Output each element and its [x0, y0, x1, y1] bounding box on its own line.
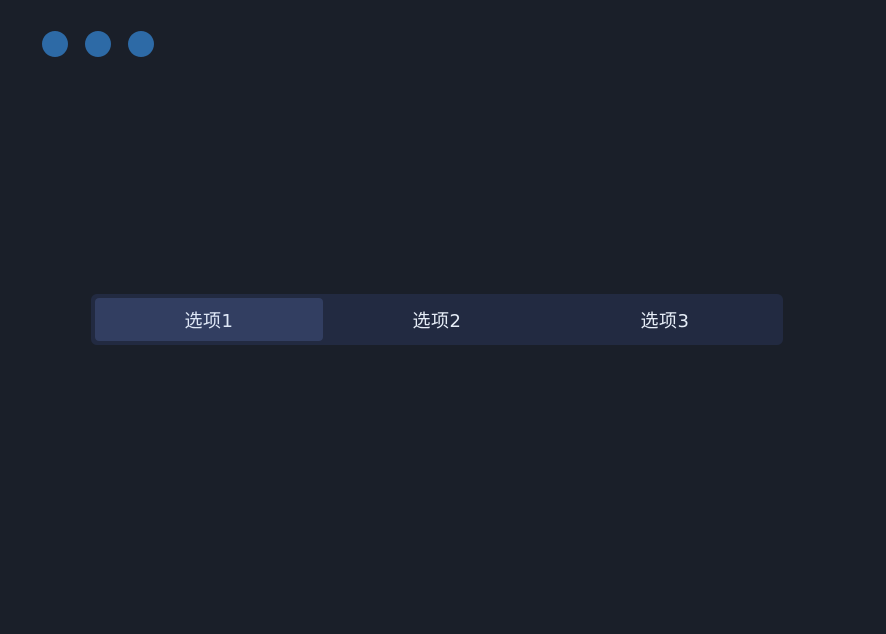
segment-option-3-label: 选项3	[640, 310, 690, 332]
segment-option-1-label: 选项1	[184, 310, 234, 332]
app-window: 选项1 选项2 选项3	[0, 0, 886, 634]
segmented-control: 选项1 选项2 选项3	[91, 294, 783, 345]
window-dot-2-icon[interactable]	[85, 31, 111, 57]
segment-option-3[interactable]: 选项3	[551, 298, 779, 341]
window-dot-1-icon[interactable]	[42, 31, 68, 57]
segment-option-2[interactable]: 选项2	[323, 298, 551, 341]
segment-option-1[interactable]: 选项1	[95, 298, 323, 341]
segment-option-2-label: 选项2	[412, 310, 462, 332]
window-controls	[42, 31, 154, 57]
window-dot-3-icon[interactable]	[128, 31, 154, 57]
